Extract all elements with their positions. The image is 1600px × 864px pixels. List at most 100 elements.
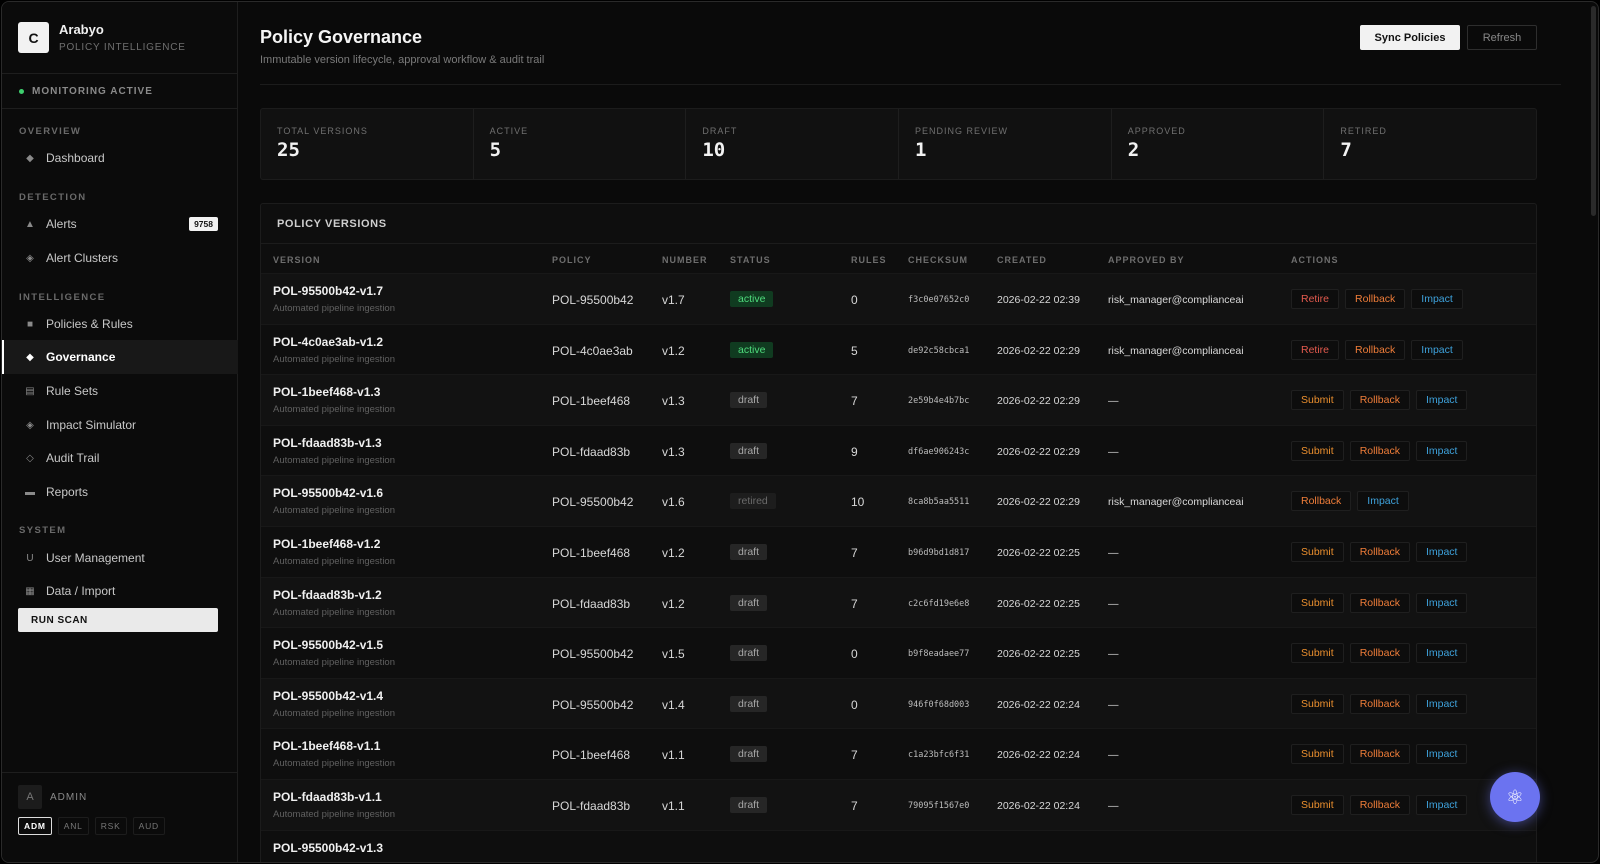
checksum: f3c0e07652c0	[908, 295, 970, 305]
sync-policies-button[interactable]: Sync Policies	[1360, 25, 1460, 50]
role-aud[interactable]: AUD	[132, 817, 165, 835]
rollback-button[interactable]: Rollback	[1349, 440, 1410, 461]
col-checksum: CHECKSUM	[908, 255, 969, 265]
version-name[interactable]: POL-95500b42-v1.6	[273, 486, 383, 500]
page-title: Policy Governance	[260, 27, 423, 47]
submit-button[interactable]: Submit	[1291, 795, 1344, 815]
rollback-button[interactable]: Rollback	[1345, 339, 1406, 360]
version-name[interactable]: POL-95500b42-v1.3	[273, 841, 383, 855]
version-name[interactable]: POL-1beef468-v1.2	[273, 537, 380, 551]
table-row[interactable]: POL-1beef468-v1.1 Automated pipeline inge…	[261, 728, 1536, 779]
sidebar-item-policies[interactable]: ■ Policies & Rules	[2, 307, 238, 341]
version-name[interactable]: POL-95500b42-v1.5	[273, 638, 383, 652]
version-name[interactable]: POL-1beef468-v1.3	[273, 385, 380, 399]
checksum: c2c6fd19e6e8	[908, 598, 970, 609]
sidebar-item-user-management[interactable]: U User Management	[2, 541, 238, 575]
impact-button[interactable]: Impact	[1415, 643, 1468, 664]
retire-button[interactable]: Retire	[1291, 289, 1340, 309]
version-name[interactable]: POL-4c0ae3ab-v1.2	[273, 335, 383, 349]
table-header: VERSION POLICY NUMBER STATUS RULES CHECK…	[261, 244, 1536, 273]
approved-by: —	[1108, 800, 1119, 812]
status-dot-icon	[19, 88, 24, 94]
table-row[interactable]: POL-fdaad83b-v1.2 Automated pipeline inge…	[261, 576, 1536, 628]
rollback-button[interactable]: Rollback	[1291, 491, 1352, 512]
table-row[interactable]: POL-95500b42-v1.3	[261, 829, 1536, 862]
impact-button[interactable]: Impact	[1415, 795, 1468, 815]
row-actions: Submit Rollback Impact	[1291, 795, 1468, 815]
table-row[interactable]: POL-fdaad83b-v1.1 Automated pipeline inge…	[261, 779, 1536, 830]
scrollbar[interactable]	[1591, 6, 1596, 216]
role-rsk[interactable]: RSK	[94, 817, 127, 835]
submit-button[interactable]: Submit	[1291, 390, 1344, 411]
impact-button[interactable]: Impact	[1415, 744, 1468, 765]
table-row[interactable]: POL-95500b42-v1.6 Automated pipeline inge…	[261, 475, 1536, 526]
checksum: 2e59b4e4b7bc	[908, 396, 970, 407]
approved-by: —	[1108, 698, 1119, 711]
impact-button[interactable]: Impact	[1411, 339, 1463, 360]
submit-button[interactable]: Submit	[1291, 592, 1344, 613]
submit-button[interactable]: Submit	[1291, 744, 1344, 765]
table-row[interactable]: POL-95500b42-v1.7 Automated pipeline inge…	[261, 273, 1536, 324]
row-actions: Submit Rollback Impact	[1291, 390, 1468, 411]
sidebar-item-data-import[interactable]: ▦ Data / Import	[2, 574, 238, 608]
sidebar-item-label: Policies & Rules	[46, 317, 133, 331]
submit-button[interactable]: Submit	[1291, 693, 1344, 714]
table-row[interactable]: POL-1beef468-v1.3 Automated pipeline inge…	[261, 374, 1536, 425]
atom-icon[interactable]: ⚛	[1490, 772, 1540, 822]
sidebar-item-audit-trail[interactable]: ◇ Audit Trail	[2, 441, 238, 475]
version-name[interactable]: POL-95500b42-v1.7	[273, 284, 383, 298]
role-anl[interactable]: ANL	[57, 817, 89, 835]
created-at: 2026-02-22 02:25	[997, 597, 1080, 610]
impact-button[interactable]: Impact	[1411, 289, 1463, 309]
table-row[interactable]: POL-4c0ae3ab-v1.2 Automated pipeline inge…	[261, 323, 1536, 375]
run-scan-button[interactable]: RUN SCAN	[18, 608, 218, 632]
submit-button[interactable]: Submit	[1291, 542, 1344, 562]
sidebar-item-governance[interactable]: ◆ Governance	[2, 340, 238, 374]
stat-value: 10	[702, 139, 726, 161]
submit-button[interactable]: Submit	[1291, 440, 1344, 461]
version-name[interactable]: POL-1beef468-v1.1	[273, 739, 380, 753]
stack-icon: ▤	[25, 385, 35, 397]
policy-id: POL-fdaad83b	[552, 444, 631, 459]
impact-button[interactable]: Impact	[1415, 693, 1468, 714]
rollback-button[interactable]: Rollback	[1349, 390, 1410, 411]
sidebar-item-dashboard[interactable]: ◆ Dashboard	[2, 141, 238, 175]
table-row[interactable]: POL-95500b42-v1.4 Automated pipeline inge…	[261, 677, 1536, 729]
impact-button[interactable]: Impact	[1415, 390, 1468, 411]
sidebar-item-impact-simulator[interactable]: ◈ Impact Simulator	[2, 408, 238, 442]
sidebar-item-rule-sets[interactable]: ▤ Rule Sets	[2, 374, 238, 408]
rollback-button[interactable]: Rollback	[1349, 744, 1410, 765]
table-row[interactable]: POL-fdaad83b-v1.3 Automated pipeline inge…	[261, 424, 1536, 476]
sidebar-item-label: Alert Clusters	[46, 251, 119, 265]
rollback-button[interactable]: Rollback	[1349, 592, 1410, 613]
impact-button[interactable]: Impact	[1415, 592, 1468, 613]
version-name[interactable]: POL-fdaad83b-v1.1	[273, 790, 382, 804]
rollback-button[interactable]: Rollback	[1349, 643, 1410, 664]
stat-value: 25	[277, 139, 300, 161]
cluster-icon: ◈	[26, 252, 34, 264]
rollback-button[interactable]: Rollback	[1345, 289, 1406, 309]
col-version: VERSION	[273, 255, 321, 265]
impact-button[interactable]: Impact	[1415, 542, 1468, 562]
rollback-button[interactable]: Rollback	[1349, 542, 1410, 562]
impact-button[interactable]: Impact	[1415, 440, 1468, 461]
version-number: v1.7	[662, 293, 685, 307]
sidebar-item-alerts[interactable]: ▲ Alerts 9758	[2, 207, 238, 241]
table-row[interactable]: POL-1beef468-v1.2 Automated pipeline inge…	[261, 526, 1536, 577]
retire-button[interactable]: Retire	[1291, 339, 1340, 360]
version-description: Automated pipeline ingestion	[273, 707, 396, 719]
version-name[interactable]: POL-fdaad83b-v1.2	[273, 588, 382, 602]
sidebar-item-label: Impact Simulator	[46, 418, 137, 432]
table-row[interactable]: POL-95500b42-v1.5 Automated pipeline inge…	[261, 627, 1536, 678]
version-name[interactable]: POL-95500b42-v1.4	[273, 689, 383, 703]
refresh-button[interactable]: Refresh	[1467, 25, 1537, 50]
submit-button[interactable]: Submit	[1291, 643, 1344, 664]
role-adm[interactable]: ADM	[18, 817, 52, 835]
rollback-button[interactable]: Rollback	[1349, 795, 1410, 815]
version-name[interactable]: POL-fdaad83b-v1.3	[273, 436, 382, 450]
rollback-button[interactable]: Rollback	[1349, 693, 1410, 714]
sidebar-item-alert-clusters[interactable]: ◈ Alert Clusters	[2, 241, 238, 275]
stat-total-versions: TOTAL VERSIONS 25	[261, 109, 474, 179]
sidebar-item-reports[interactable]: ▬ Reports	[2, 475, 238, 509]
impact-button[interactable]: Impact	[1357, 491, 1409, 512]
